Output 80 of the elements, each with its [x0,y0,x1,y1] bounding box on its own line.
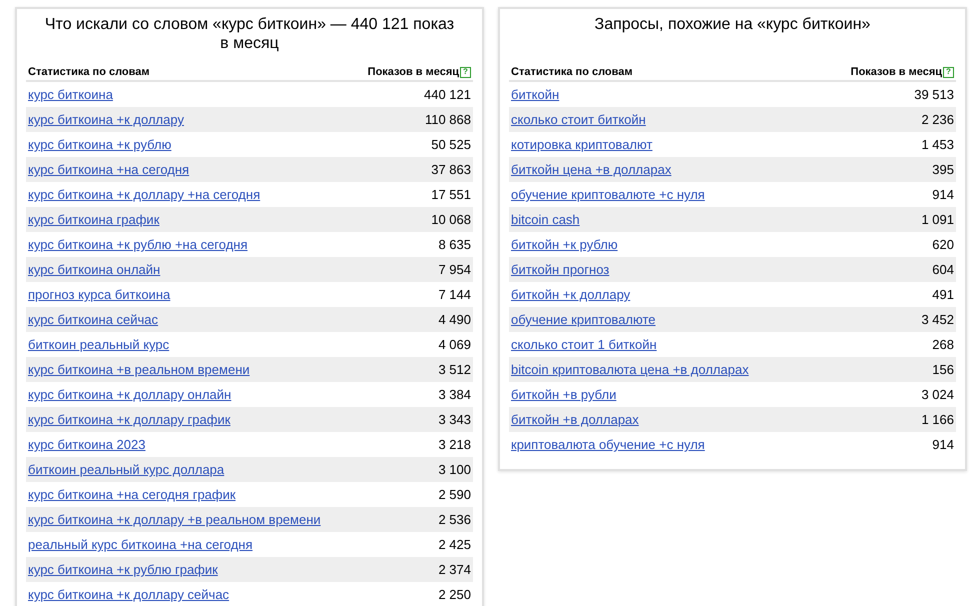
keyword-link[interactable]: обучение криптовалюте [511,312,656,327]
keyword-link[interactable]: bitcoin криптовалюта цена +в долларах [511,362,749,377]
keyword-link[interactable]: сколько стоит 1 биткойн [511,337,657,352]
count-cell: 2 536 [438,512,471,527]
help-icon[interactable]: ? [943,66,954,78]
keyword-link[interactable]: курс биткоина 2023 [28,437,146,452]
column-header: Статистика по словам [28,66,150,78]
count-cell: 3 512 [438,362,471,377]
count-cell: 3 100 [438,462,471,477]
count-cell: 3 452 [921,312,954,327]
count-cell: 604 [932,262,954,277]
count-cell: 2 425 [438,537,471,552]
keyword-link[interactable]: курс биткоина график [28,212,160,227]
count-cell: 1 091 [921,212,954,227]
count-cell: 39 513 [914,87,954,102]
help-icon[interactable]: ? [460,66,471,78]
keyword-link[interactable]: реальный курс биткоина +на сегодня [28,537,253,552]
count-cell: 440 121 [424,87,471,102]
panel-title: Запросы, похожие на «курс биткоин» [594,15,872,35]
keyword-link[interactable]: курс биткоина +к доллару график [28,412,230,427]
keyword-link[interactable]: курс биткоина [28,87,113,102]
keyword-link[interactable]: курс биткоина +к рублю [28,137,172,152]
column-header: Показов в месяц [368,66,459,78]
keyword-link[interactable]: биткоин реальный курс доллара [28,462,224,477]
keyword-link[interactable]: биткойн прогноз [511,262,610,277]
count-cell: 2 590 [438,487,471,502]
panel-title: Что искали со словом «курс биткоин» — 440 121 показ в месяц [44,15,456,53]
count-cell: 10 068 [431,212,471,227]
keyword-link[interactable]: курс биткоина +на сегодня график [28,487,236,502]
count-cell: 3 024 [921,387,954,402]
keyword-link[interactable]: bitcoin cash [511,212,580,227]
count-cell: 3 218 [438,437,471,452]
count-cell: 620 [932,237,954,252]
count-cell: 914 [932,437,954,452]
keyword-link[interactable]: курс биткоина +к доллару [28,112,184,127]
count-cell: 17 551 [431,187,471,202]
count-cell: 2 236 [921,112,954,127]
count-cell: 3 343 [438,412,471,427]
keyword-link[interactable]: биткойн +в долларах [511,412,639,427]
count-cell: 268 [932,337,954,352]
keyword-link[interactable]: курс биткоина +в реальном времени [28,362,250,377]
keyword-link[interactable]: курс биткоина +к доллару +в реальном времени [28,512,321,527]
keyword-link[interactable]: курс биткоина сейчас [28,312,158,327]
count-cell: 37 863 [431,162,471,177]
count-cell: 4 069 [438,337,471,352]
count-cell: 1 453 [921,137,954,152]
keyword-link[interactable]: обучение криптовалюте +с нуля [511,187,705,202]
keyword-link[interactable]: биткойн +в рубли [511,387,616,402]
keyword-link[interactable]: биткойн [511,87,560,102]
keyword-link[interactable]: курс биткоина +к рублю +на сегодня [28,237,248,252]
keyword-link[interactable]: биткойн +к доллару [511,287,630,302]
keyword-link[interactable]: курс биткоина +к доллару онлайн [28,387,232,402]
keyword-link[interactable]: биткоин реальный курс [28,337,170,352]
keyword-link[interactable]: биткойн цена +в долларах [511,162,672,177]
count-cell: 395 [932,162,954,177]
keyword-link[interactable]: криптовалюта обучение +с нуля [511,437,705,452]
count-cell: 156 [932,362,954,377]
count-cell: 3 384 [438,387,471,402]
keyword-link[interactable]: курс биткоина +к доллару +на сегодня [28,187,260,202]
count-cell: 1 166 [921,412,954,427]
keyword-link[interactable]: сколько стоит биткойн [511,112,646,127]
count-cell: 7 954 [438,262,471,277]
count-cell: 2 374 [438,562,471,577]
count-cell: 110 868 [424,112,471,127]
keyword-link[interactable]: курс биткоина онлайн [28,262,160,277]
keyword-link[interactable]: прогноз курса биткоина [28,287,170,302]
keyword-link[interactable]: биткойн +к рублю [511,237,618,252]
keyword-link[interactable]: курс биткоина +на сегодня [28,162,190,177]
keyword-link[interactable]: курс биткоина +к доллару сейчас [28,587,230,602]
column-header: Статистика по словам [511,66,633,78]
count-cell: 491 [932,287,954,302]
count-cell: 4 490 [438,312,471,327]
count-cell: 50 525 [431,137,471,152]
count-cell: 7 144 [438,287,471,302]
count-cell: 2 250 [438,587,471,602]
count-cell: 914 [932,187,954,202]
count-cell: 8 635 [438,237,471,252]
column-header: Показов в месяц [850,66,942,78]
keyword-link[interactable]: курс биткоина +к рублю график [28,562,218,577]
keyword-link[interactable]: котировка криптовалют [511,137,652,152]
